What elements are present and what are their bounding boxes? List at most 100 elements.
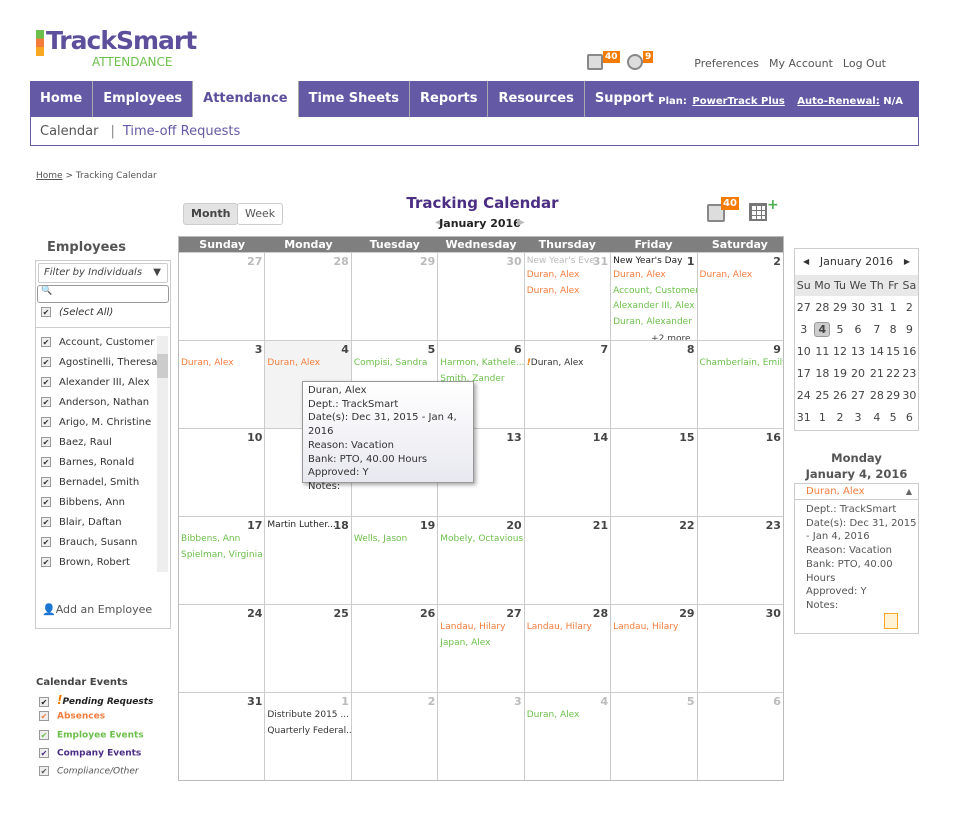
holiday-label[interactable]: Martin Luther... — [267, 520, 335, 530]
mini-day[interactable]: 30 — [848, 296, 869, 318]
calendar-event[interactable]: Duran, Alexander — [611, 315, 696, 331]
calendar-event[interactable]: Landau, Hilary — [438, 620, 523, 636]
mini-day[interactable]: 16 — [901, 340, 918, 362]
day-cell[interactable]: 30 — [696, 605, 783, 692]
tab-home[interactable]: Home — [30, 81, 94, 117]
day-cell[interactable]: 1 Distribute 2015 ... Quarterly Federal... — [264, 693, 351, 780]
calendar-event[interactable]: Landau, Hilary — [525, 620, 610, 636]
mini-day[interactable]: 8 — [886, 318, 901, 340]
calendar-event-filter[interactable]: ✔ Employee Events — [39, 729, 144, 740]
mini-day[interactable]: 31 — [795, 406, 812, 428]
day-cell[interactable]: 22 — [610, 517, 696, 604]
detail-header[interactable]: Duran, Alex ▲ — [795, 484, 918, 500]
employee-item[interactable]: ✔ Baez, Raul — [36, 433, 170, 453]
calendar-event-filter[interactable]: ✔ Compliance/Other — [39, 766, 139, 777]
calendar-event[interactable]: Wells, Jason — [352, 532, 437, 548]
logo[interactable]: TrackSmart — [46, 26, 197, 55]
day-cell[interactable]: 7Duran, Alex — [523, 341, 610, 428]
mini-day[interactable]: 23 — [901, 362, 918, 384]
day-cell[interactable]: 19 Wells, Jason — [350, 517, 437, 604]
day-cell[interactable]: 25 — [264, 605, 350, 692]
tab-resources[interactable]: Resources — [488, 81, 585, 117]
mini-day[interactable]: 24 — [795, 384, 812, 406]
mini-day[interactable]: 26 — [832, 384, 847, 406]
collapse-icon[interactable]: ▲ — [906, 484, 912, 500]
mini-day[interactable]: 14 — [868, 340, 885, 362]
calendar-event[interactable]: Duran, Alex — [179, 356, 264, 372]
calendar-event[interactable]: Japan, Alex — [438, 636, 523, 652]
day-cell[interactable]: 29 Landau, Hilary — [610, 605, 696, 692]
day-cell[interactable]: 21 — [523, 517, 610, 604]
day-cell[interactable]: 29 — [350, 253, 437, 340]
mini-day[interactable]: 27 — [795, 296, 812, 318]
day-cell[interactable]: 6 — [696, 693, 783, 780]
mini-day[interactable]: 30 — [901, 384, 918, 406]
tab-support[interactable]: Support — [585, 81, 664, 117]
day-cell[interactable]: 15 — [610, 429, 696, 516]
day-cell[interactable]: 30 — [437, 253, 523, 340]
week-view-button[interactable]: Week — [237, 203, 284, 225]
calendar-event[interactable]: Distribute 2015 ... — [265, 708, 350, 724]
mini-day[interactable]: 18 — [812, 362, 832, 384]
add-event-icon[interactable] — [749, 203, 767, 221]
calendar-event-filter[interactable]: ✔ Absences — [39, 711, 105, 722]
day-cell[interactable]: 18 Martin Luther... — [264, 517, 350, 604]
mini-day[interactable]: 3 — [848, 406, 869, 428]
logout-link[interactable]: Log Out — [843, 57, 886, 70]
day-cell[interactable]: 26 — [350, 605, 437, 692]
employee-list[interactable]: ✔ Account, Customer ✔ Agostinelli, Theresa ✔… — [36, 327, 170, 573]
employee-item[interactable]: ✔ Barnes, Ronald — [36, 453, 170, 473]
calendar-event[interactable]: Duran, Alex — [525, 268, 610, 284]
mini-day[interactable]: 31 — [868, 296, 885, 318]
mini-day[interactable]: 29 — [886, 384, 901, 406]
day-cell[interactable]: 23 — [696, 517, 783, 604]
mini-day[interactable]: 11 — [812, 340, 832, 362]
day-cell[interactable]: 27 Landau, Hilary Japan, Alex — [437, 605, 523, 692]
scrollbar-thumb[interactable] — [157, 354, 168, 378]
employee-item[interactable]: ✔ Blair, Daftan — [36, 513, 170, 533]
select-all-checkbox[interactable]: ✔ (Select All) — [36, 303, 170, 323]
mini-day[interactable]: 28 — [812, 296, 832, 318]
filter-dropdown[interactable]: Filter by Individuals ▼ — [38, 263, 168, 283]
mini-day[interactable]: 29 — [832, 296, 847, 318]
holiday-label[interactable]: New Year's Day — [613, 256, 682, 266]
mini-day[interactable]: 19 — [832, 362, 847, 384]
day-cell[interactable]: 20 Mobely, Octavious — [437, 517, 523, 604]
day-cell[interactable]: 10 — [179, 429, 264, 516]
auto-renewal-link[interactable]: Auto-Renewal: — [797, 96, 879, 107]
mini-day[interactable]: 2 — [901, 296, 918, 318]
subnav-calendar[interactable]: Calendar — [40, 124, 98, 139]
day-cell[interactable]: 3 — [437, 693, 523, 780]
calendar-event[interactable]: Duran, Alex — [525, 356, 610, 372]
mini-day[interactable]: 17 — [795, 362, 812, 384]
mini-day[interactable]: 6 — [901, 406, 918, 428]
day-cell[interactable]: 28 Landau, Hilary — [523, 605, 610, 692]
day-cell[interactable]: 2 — [350, 693, 437, 780]
mini-day[interactable]: 28 — [868, 384, 885, 406]
employee-item[interactable]: ✔ Bernadel, Smith — [36, 473, 170, 493]
day-cell[interactable]: 27 — [179, 253, 264, 340]
tab-attendance[interactable]: Attendance — [193, 81, 299, 117]
mini-day[interactable]: 15 — [886, 340, 901, 362]
mini-prev-icon[interactable]: ◀ — [803, 249, 809, 275]
preferences-link[interactable]: Preferences — [694, 57, 759, 70]
calendar-event[interactable]: Harmon, Kathele... — [438, 356, 523, 372]
mini-day[interactable]: 25 — [812, 384, 832, 406]
mini-day[interactable]: 3 — [795, 318, 812, 340]
calendar-event[interactable]: Duran, Alex — [265, 356, 350, 372]
employee-search-input[interactable]: 🔍 — [37, 285, 169, 303]
tab-employees[interactable]: Employees — [93, 81, 194, 117]
mini-day[interactable]: 5 — [832, 318, 847, 340]
mini-day[interactable]: 2 — [832, 406, 847, 428]
day-cell[interactable]: 31 — [179, 693, 264, 780]
edit-note-icon[interactable] — [884, 613, 898, 629]
calendar-event[interactable]: Bibbens, Ann — [179, 532, 264, 548]
next-month-icon[interactable]: ▶ — [517, 217, 525, 228]
employee-item[interactable]: ✔ Agostinelli, Theresa — [36, 353, 170, 373]
calendar-event[interactable]: Landau, Hilary — [611, 620, 696, 636]
calendar-event[interactable]: Quarterly Federal... — [265, 724, 350, 740]
mini-day[interactable]: 13 — [848, 340, 869, 362]
mini-day[interactable]: 27 — [848, 384, 869, 406]
day-cell[interactable]: 2 Duran, Alex — [696, 253, 783, 340]
day-cell[interactable]: 9 Chamberlain, Emily — [696, 341, 783, 428]
